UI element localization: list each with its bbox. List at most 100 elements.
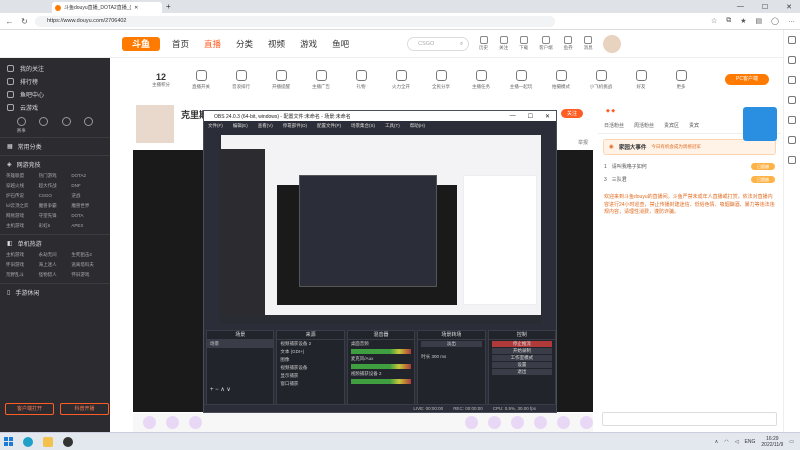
esports-shortcut[interactable]: 赛事	[16, 117, 26, 134]
obs-menu-tools[interactable]: 工具(T)	[385, 123, 400, 129]
category-link[interactable]: 超大作战	[39, 183, 72, 189]
tab-vip-area[interactable]: 贵宾区	[664, 122, 679, 129]
obs-menu-help[interactable]: 帮助(H)	[410, 123, 425, 129]
coupon-button[interactable]: 鱼券	[564, 36, 573, 51]
windows-start-icon[interactable]	[4, 437, 13, 446]
category-link[interactable]: 热门游戏	[39, 173, 72, 179]
sidebar-section-online[interactable]: ◈ 网游竞技	[0, 155, 110, 173]
start-recording-button[interactable]: 开始录制	[491, 348, 553, 354]
sidebar-section-mobile[interactable]: ▯ 手游休闲	[0, 283, 110, 301]
volume-meter[interactable]	[350, 364, 412, 369]
nav-live[interactable]: 直播	[204, 38, 221, 50]
category-link[interactable]: APEX	[71, 223, 104, 229]
obs-menu-scenes[interactable]: 场景集合(S)	[351, 123, 375, 129]
gift-item[interactable]	[465, 416, 478, 429]
tab-weekly-fans[interactable]: 周活粉丝	[634, 122, 654, 129]
toolbar-item[interactable]: 小飞机挑战	[581, 69, 621, 90]
category-link[interactable]: 英雄联盟	[6, 173, 39, 179]
report-link[interactable]: 举报	[578, 139, 588, 146]
gift-item[interactable]	[189, 416, 202, 429]
category-link[interactable]: lol云顶之弈	[6, 203, 39, 209]
category-link[interactable]: DNF	[71, 183, 104, 189]
nav-game[interactable]: 游戏	[300, 38, 317, 50]
category-link[interactable]: 守望先锋	[39, 213, 72, 219]
source-item[interactable]: 视频捕获设备	[277, 364, 343, 372]
streamer-avatar[interactable]	[136, 105, 174, 143]
search-icon[interactable]	[788, 36, 796, 44]
toolbar-item[interactable]: 直播开关	[181, 69, 221, 90]
obs-close-icon[interactable]: ✕	[545, 113, 550, 120]
collections-icon[interactable]: ▤	[756, 17, 763, 25]
nav-yuba[interactable]: 鱼吧	[332, 38, 349, 50]
category-link[interactable]: CSGO	[39, 193, 72, 199]
gift-item[interactable]	[488, 416, 501, 429]
gift-item[interactable]	[166, 416, 179, 429]
obs-preview[interactable]	[219, 135, 542, 324]
file-explorer-icon[interactable]	[43, 436, 53, 447]
sidebar-section-single[interactable]: ◧ 单机热游	[0, 234, 110, 252]
gift-item[interactable]	[534, 416, 547, 429]
gift-item[interactable]	[580, 416, 593, 429]
scene-item[interactable]: 场景	[207, 340, 274, 348]
toolbar-item[interactable]: 好友	[621, 69, 661, 90]
search-input[interactable]: CSGO ⌕	[407, 36, 470, 51]
extensions-icon[interactable]: ⧉	[726, 17, 731, 25]
toolbar-item[interactable]: 音浪排行	[221, 69, 261, 90]
category-link[interactable]: 逃离塔科夫	[71, 262, 104, 268]
transition-select[interactable]: 淡出	[421, 341, 482, 347]
new-tab-button[interactable]: +	[166, 2, 171, 11]
tools-icon[interactable]	[788, 76, 796, 84]
gift-item[interactable]	[511, 416, 524, 429]
category-link[interactable]: 生死狙击2	[71, 252, 104, 258]
search-icon[interactable]: ⌕	[460, 38, 463, 50]
menu-icon[interactable]: …	[788, 17, 795, 25]
obs-menu-file[interactable]: 文件(F)	[208, 123, 223, 129]
category-link[interactable]: 主机游戏	[6, 252, 39, 258]
category-link[interactable]: 炉石传说	[6, 193, 39, 199]
star-icon[interactable]: ☆	[711, 17, 717, 25]
category-link[interactable]: 海上迷人	[39, 262, 72, 268]
source-item[interactable]: 视频捕获设备 2	[277, 340, 343, 348]
add-icon[interactable]	[788, 156, 796, 164]
tab-daily-fans[interactable]: 日活粉丝	[604, 122, 624, 129]
promo-banner[interactable]	[743, 107, 777, 141]
maximize-icon[interactable]: ☐	[762, 3, 768, 11]
source-item[interactable]: 窗口捕获	[277, 380, 343, 388]
office-icon[interactable]	[788, 116, 796, 124]
message-button[interactable]: 消息	[584, 36, 593, 51]
toolbar-item[interactable]: 开播提醒	[261, 69, 301, 90]
games-icon[interactable]	[788, 96, 796, 104]
favorites-icon[interactable]: ★	[740, 17, 746, 25]
toolbar-item[interactable]: 主播广告	[301, 69, 341, 90]
wifi-icon[interactable]: ◠	[724, 439, 728, 445]
outlook-icon[interactable]	[788, 136, 796, 144]
open-client-button[interactable]: 客户端打开	[5, 403, 54, 415]
toolbar-item[interactable]: 礼物	[341, 69, 381, 90]
nav-video[interactable]: 视频	[268, 38, 285, 50]
obs-menu-view[interactable]: 查看(V)	[258, 123, 273, 129]
source-item[interactable]: 显示捕获	[277, 372, 343, 380]
toolbar-item[interactable]: 主播任务	[461, 69, 501, 90]
category-link[interactable]: DOTA	[71, 213, 104, 219]
duration-input[interactable]: 300 ms	[431, 354, 446, 359]
exit-button[interactable]: 退出	[491, 369, 553, 375]
obs-menu-profile[interactable]: 配置文件(P)	[317, 123, 341, 129]
obs-menu-edit[interactable]: 编辑(E)	[233, 123, 248, 129]
sidebar-item-following[interactable]: 我的关注	[0, 62, 110, 75]
language-indicator[interactable]: ENG	[745, 439, 756, 445]
obs-icon[interactable]	[63, 436, 73, 447]
download-button[interactable]: 下载	[519, 36, 528, 51]
category-link[interactable]: 怀旧游戏	[71, 272, 104, 278]
douyu-logo[interactable]: 斗鱼	[122, 36, 160, 51]
rank-row[interactable]: 1 请叫我格子如何 已超越	[598, 160, 781, 173]
toolbar-item[interactable]: 全民分享	[421, 69, 461, 90]
toolbar-item[interactable]: 更多	[661, 69, 701, 90]
clock[interactable]: 16:29 2022/11/9	[761, 436, 783, 448]
nav-category[interactable]: 分类	[236, 38, 253, 50]
category-link[interactable]: 彩虹6	[39, 223, 72, 229]
close-tab-icon[interactable]: ✕	[134, 5, 138, 11]
tab-vip[interactable]: 贵宾	[689, 122, 699, 129]
category-link[interactable]: 穿越火线	[6, 183, 39, 189]
start-stream-button[interactable]: 科普开播	[60, 403, 109, 415]
gift-item[interactable]	[143, 416, 156, 429]
